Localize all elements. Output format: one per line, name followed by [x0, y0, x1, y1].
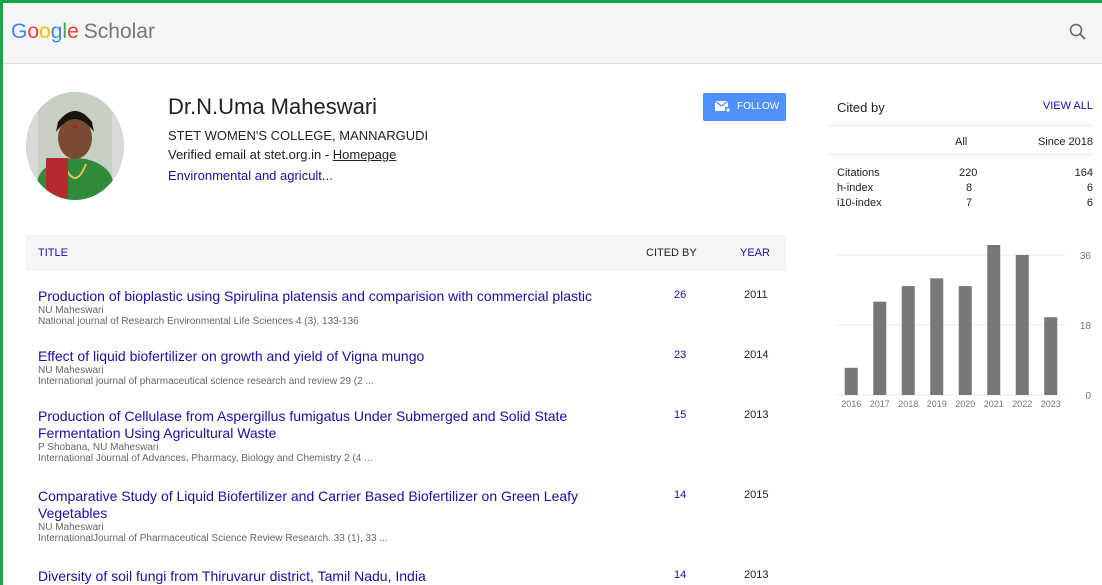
- article-authors: NU Maheswari: [38, 305, 104, 316]
- follow-label: FOLLOW: [737, 101, 780, 112]
- cited-count-link[interactable]: 26: [674, 289, 686, 301]
- table-row: Production of Cellulase from Aspergillus…: [38, 408, 786, 464]
- article-authors: NU Maheswari: [38, 365, 104, 376]
- stat-since: 164: [1074, 167, 1093, 179]
- email-plus-icon: [715, 101, 731, 113]
- article-title-link[interactable]: Production of Cellulase from Aspergillus…: [38, 408, 618, 442]
- divider: [829, 154, 1093, 155]
- logo-letter: o: [27, 20, 40, 43]
- x-tick-label: 2016: [841, 399, 861, 409]
- search-icon[interactable]: [1068, 22, 1088, 42]
- chart-bar-2016[interactable]: [844, 367, 858, 395]
- article-publication: International Journal of Advances, Pharm…: [38, 453, 373, 464]
- stat-all: 7: [966, 197, 973, 209]
- research-interest-link[interactable]: Environmental and agricult...: [168, 168, 333, 183]
- article-publication: International journal of pharmaceutical …: [38, 376, 374, 387]
- article-year: 2013: [744, 409, 769, 421]
- article-title-link[interactable]: Comparative Study of Liquid Biofertilize…: [38, 488, 618, 522]
- divider: [829, 125, 1093, 126]
- article-title-link[interactable]: Diversity of soil fungi from Thiruvarur …: [38, 568, 618, 585]
- logo-letter: g: [50, 20, 63, 43]
- cited-by-header: CITED BY: [646, 247, 697, 259]
- stat-since: 6: [1086, 182, 1093, 194]
- google-scholar-logo[interactable]: Google Scholar: [11, 20, 155, 44]
- x-tick-label: 2020: [955, 399, 975, 409]
- logo-letter: o: [39, 20, 51, 43]
- article-publication: National journal of Research Environment…: [38, 316, 359, 327]
- cited-by-title: Cited by: [837, 100, 885, 115]
- x-tick-label: 2023: [1041, 399, 1061, 409]
- stat-label: h-index: [837, 182, 874, 194]
- chart-bar-2022[interactable]: [1015, 255, 1029, 395]
- article-authors: NU Maheswari: [38, 522, 104, 533]
- article-title-link[interactable]: Production of bioplastic using Spirulina…: [38, 288, 638, 305]
- profile-email: Verified email at stet.org.in - Homepage: [168, 147, 396, 162]
- stat-all: 220: [959, 167, 978, 179]
- table-row: Production of bioplastic using Spirulina…: [38, 288, 786, 327]
- profile-section: Dr.N.Uma Maheswari STET WOMEN'S COLLEGE,…: [26, 92, 786, 217]
- article-year: 2014: [744, 349, 769, 361]
- frame-left-border: [0, 0, 3, 585]
- stat-label: Citations: [837, 167, 880, 179]
- chart-bar-2019[interactable]: [930, 278, 944, 395]
- chart-bar-2021[interactable]: [987, 245, 1001, 395]
- y-tick-label: 0: [1085, 391, 1091, 402]
- chart-bar-2018[interactable]: [901, 286, 915, 395]
- x-tick-label: 2021: [984, 399, 1004, 409]
- y-tick-label: 36: [1080, 251, 1092, 262]
- cited-count-link[interactable]: 14: [674, 569, 686, 581]
- article-year: 2013: [744, 569, 769, 581]
- chart-bar-2017[interactable]: [873, 301, 887, 395]
- cited-count-link[interactable]: 15: [674, 409, 686, 421]
- sort-by-year[interactable]: YEAR: [740, 247, 770, 259]
- stat-label: i10-index: [837, 197, 882, 209]
- follow-button[interactable]: FOLLOW: [703, 93, 786, 121]
- table-row: Diversity of soil fungi from Thiruvarur …: [38, 568, 786, 585]
- cited-count-link[interactable]: 23: [674, 349, 686, 361]
- y-tick-label: 18: [1080, 321, 1092, 332]
- view-all-link[interactable]: VIEW ALL: [1043, 100, 1093, 112]
- x-tick-label: 2019: [927, 399, 947, 409]
- article-publication: InternationalJournal of Pharmaceutical S…: [38, 533, 388, 544]
- article-year: 2015: [744, 489, 769, 501]
- logo-scholar-text: Scholar: [83, 20, 155, 43]
- article-authors: P Shobana, NU Maheswari: [38, 442, 159, 453]
- sort-by-title[interactable]: TITLE: [38, 247, 68, 259]
- table-row: Comparative Study of Liquid Biofertilize…: [38, 488, 786, 544]
- stat-all: 8: [966, 182, 973, 194]
- email-text: Verified email at stet.org.in -: [168, 147, 333, 162]
- logo-letter: G: [11, 20, 28, 43]
- profile-photo: [26, 92, 124, 200]
- chart-bar-2020[interactable]: [958, 286, 972, 395]
- chart-bar-2023[interactable]: [1044, 317, 1058, 395]
- top-bar: Google Scholar: [3, 3, 1102, 64]
- profile-affiliation: STET WOMEN'S COLLEGE, MANNARGUDI: [168, 128, 429, 143]
- x-tick-label: 2022: [1012, 399, 1032, 409]
- profile-name: Dr.N.Uma Maheswari: [168, 94, 378, 119]
- stat-since: 6: [1086, 197, 1093, 209]
- cited-count-link[interactable]: 14: [674, 489, 686, 501]
- article-year: 2011: [744, 289, 768, 301]
- articles-table-header: TITLE CITED BY YEAR: [26, 235, 786, 271]
- homepage-link[interactable]: Homepage: [333, 147, 397, 162]
- col-since-header: Since 2018: [1037, 136, 1093, 148]
- article-title-link[interactable]: Effect of liquid biofertilizer on growth…: [38, 348, 618, 365]
- x-tick-label: 2018: [898, 399, 918, 409]
- citations-bar-chart: 36 18 0 2016 2017 2018 2019 2020 2021 2022 2023: [837, 245, 1092, 409]
- col-all-header: All: [955, 136, 968, 148]
- x-tick-label: 2017: [870, 399, 890, 409]
- logo-letter: e: [67, 20, 79, 43]
- table-row: Effect of liquid biofertilizer on growth…: [38, 348, 786, 387]
